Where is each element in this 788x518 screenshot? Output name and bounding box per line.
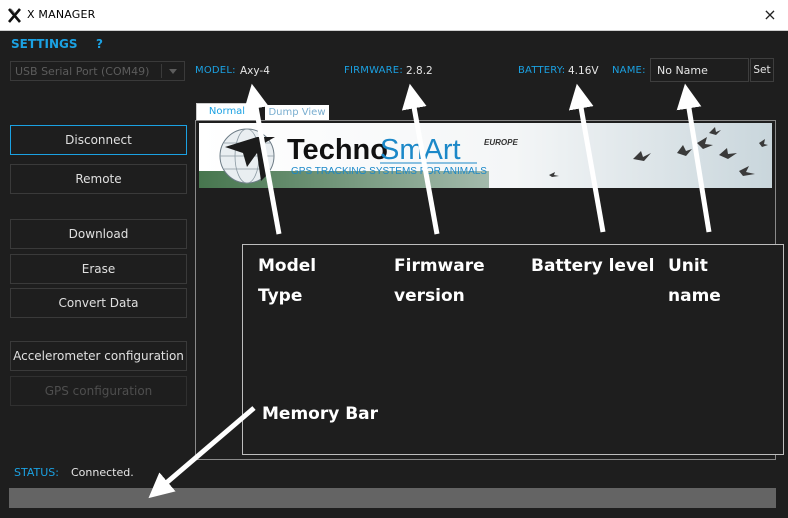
arrow-name: [676, 83, 712, 233]
annotation-arrows: [148, 83, 712, 499]
arrow-firmware: [401, 83, 440, 235]
arrow-model: [243, 83, 282, 235]
arrow-memory: [148, 406, 256, 499]
arrow-battery: [568, 83, 606, 233]
